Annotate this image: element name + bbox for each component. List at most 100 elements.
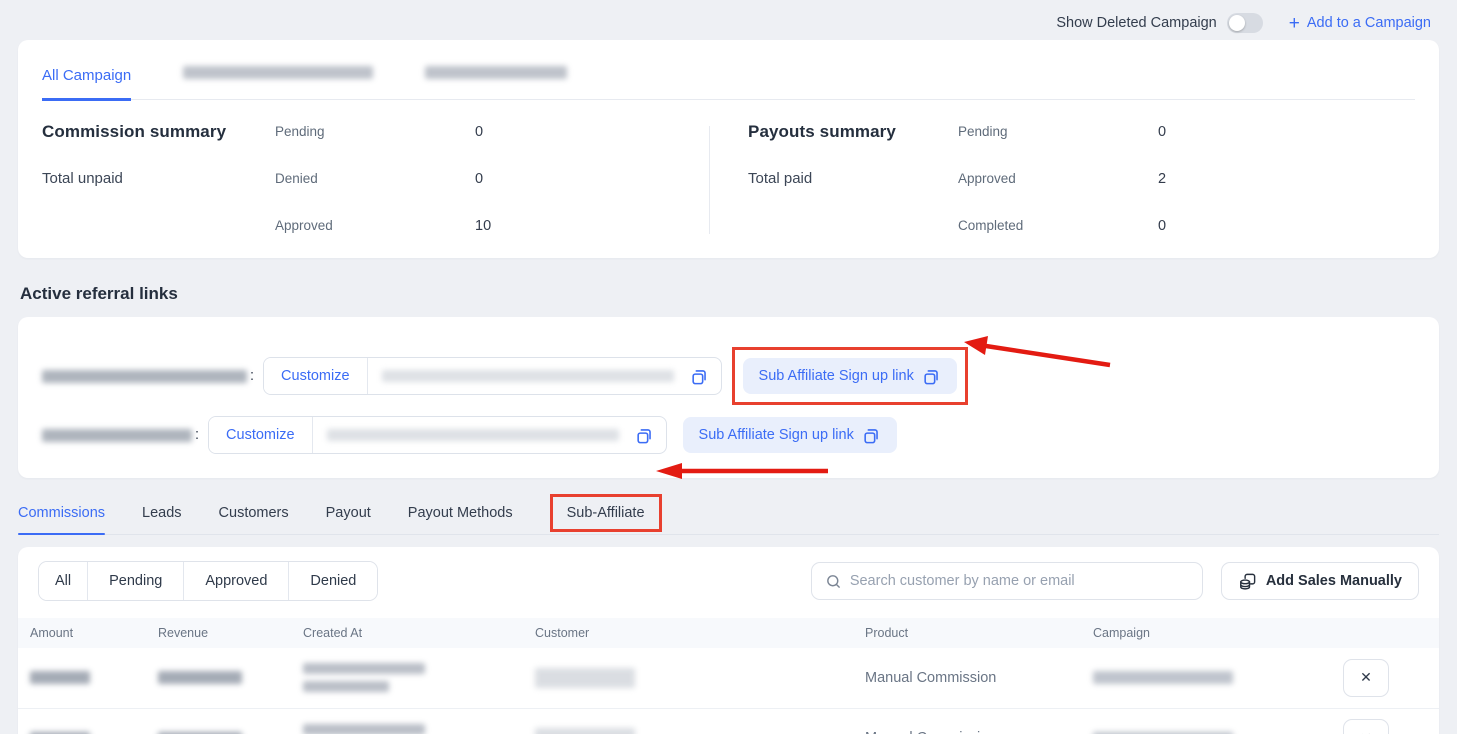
commission-summary: Commission summary Total unpaid Pending …: [42, 122, 709, 244]
stat-value: 0: [1158, 124, 1166, 140]
commission-summary-title: Commission summary: [42, 122, 275, 142]
campaign-tabs: All Campaign: [42, 40, 1415, 100]
tab-customers[interactable]: Customers: [219, 491, 289, 534]
filter-approved[interactable]: Approved: [184, 562, 289, 600]
stat-row: Pending 0: [958, 124, 1415, 140]
copy-icon: [922, 367, 941, 386]
tab-payout-methods[interactable]: Payout Methods: [408, 491, 513, 534]
referral-row-2: : Customize Sub Affiliate Sign up link: [42, 416, 1415, 454]
stat-label: Pending: [275, 124, 475, 139]
close-icon: ✕: [1360, 669, 1372, 685]
toggle-knob: [1229, 15, 1245, 31]
stat-row: Approved 2: [958, 171, 1415, 187]
stat-label: Approved: [275, 218, 475, 233]
total-unpaid-label: Total unpaid: [42, 170, 275, 187]
col-actions: [1331, 618, 1439, 648]
blurred-customer: [535, 728, 635, 734]
commissions-toolbar: All Pending Approved Denied Add Sales Ma…: [38, 561, 1419, 601]
copy-icon: [690, 367, 709, 386]
copy-link-button[interactable]: [688, 367, 721, 386]
blurred-campaign: [1093, 671, 1233, 684]
stat-label: Pending: [958, 124, 1158, 139]
col-product: Product: [853, 618, 1081, 648]
add-to-campaign-button[interactable]: + Add to a Campaign: [1289, 14, 1431, 33]
show-deleted-toggle[interactable]: [1227, 13, 1263, 33]
blurred-time: [303, 681, 389, 692]
tab-sub-affiliate[interactable]: Sub-Affiliate: [550, 494, 662, 532]
stat-value: 10: [475, 218, 491, 234]
filter-all[interactable]: All: [39, 562, 88, 600]
colon-separator: :: [195, 427, 199, 443]
annotation-red-box: Sub Affiliate Sign up link: [732, 347, 968, 405]
delete-commission-button[interactable]: ✕: [1343, 719, 1389, 734]
sub-affiliate-signup-link-label: Sub Affiliate Sign up link: [699, 427, 854, 443]
referral-row-1: : Customize Sub Affiliate Sign up link: [42, 347, 1415, 405]
delete-commission-button[interactable]: ✕: [1343, 659, 1389, 697]
customer-search: [811, 562, 1203, 600]
section-tabs: Commissions Leads Customers Payout Payou…: [18, 491, 1439, 535]
add-to-campaign-label: Add to a Campaign: [1307, 15, 1431, 31]
stat-value: 0: [475, 124, 483, 140]
close-icon: ✕: [1360, 730, 1372, 734]
search-input[interactable]: [850, 573, 1189, 589]
tab-all-campaign[interactable]: All Campaign: [42, 67, 131, 101]
sub-affiliate-signup-link-button[interactable]: Sub Affiliate Sign up link: [743, 358, 957, 394]
stat-value: 0: [475, 171, 483, 187]
sub-affiliate-signup-link-button[interactable]: Sub Affiliate Sign up link: [683, 417, 897, 453]
tab-payout[interactable]: Payout: [326, 491, 371, 534]
payouts-summary: Payouts summary Total paid Pending 0 App…: [710, 122, 1415, 244]
copy-link-button[interactable]: [633, 426, 666, 445]
filter-pending[interactable]: Pending: [88, 562, 184, 600]
referral-link-field[interactable]: [313, 429, 633, 441]
tab-leads[interactable]: Leads: [142, 491, 182, 534]
summary-row: Commission summary Total unpaid Pending …: [42, 100, 1415, 244]
stat-label: Approved: [958, 171, 1158, 186]
table-header-row: Amount Revenue Created At Customer Produ…: [18, 618, 1439, 648]
search-icon: [825, 573, 842, 590]
stat-label: Denied: [275, 171, 475, 186]
customize-button[interactable]: Customize: [209, 417, 313, 453]
stat-value: 2: [1158, 171, 1166, 187]
product-cell: Manual Commission: [853, 708, 1081, 734]
blurred-campaign-name: [42, 429, 192, 442]
filter-denied[interactable]: Denied: [289, 562, 377, 600]
col-amount: Amount: [18, 618, 146, 648]
commissions-card: All Pending Approved Denied Add Sales Ma…: [18, 547, 1439, 734]
top-bar: Show Deleted Campaign + Add to a Campaig…: [0, 0, 1457, 40]
add-sales-manually-button[interactable]: Add Sales Manually: [1221, 562, 1419, 600]
commissions-table: Amount Revenue Created At Customer Produ…: [18, 618, 1439, 734]
sub-affiliate-signup-link-label: Sub Affiliate Sign up link: [759, 368, 914, 384]
stat-row: Completed 0: [958, 218, 1415, 234]
total-paid-label: Total paid: [748, 170, 958, 187]
affiliate-dashboard-page: Show Deleted Campaign + Add to a Campaig…: [0, 0, 1457, 734]
payouts-summary-title: Payouts summary: [748, 122, 958, 142]
table-row: Manual Commission ✕: [18, 648, 1439, 708]
stat-value: 0: [1158, 218, 1166, 234]
referral-links-card: : Customize Sub Affiliate Sign up link :…: [18, 317, 1439, 478]
referral-section-title: Active referral links: [20, 284, 1457, 304]
referral-link-field[interactable]: [368, 370, 688, 382]
blurred-revenue: [158, 671, 242, 684]
colon-separator: :: [250, 368, 254, 384]
status-filter: All Pending Approved Denied: [38, 561, 378, 601]
tab-campaign-blurred-1[interactable]: [183, 66, 373, 79]
customize-button[interactable]: Customize: [264, 358, 368, 394]
blurred-date: [303, 724, 425, 734]
tab-commissions[interactable]: Commissions: [18, 491, 105, 534]
col-revenue: Revenue: [146, 618, 291, 648]
coins-icon: [1238, 572, 1257, 591]
blurred-referral-url: [327, 429, 619, 441]
blurred-customer: [535, 668, 635, 688]
blurred-campaign-name: [42, 370, 247, 383]
stat-row: Pending 0: [275, 124, 709, 140]
add-sales-label: Add Sales Manually: [1266, 573, 1402, 589]
col-created-at: Created At: [291, 618, 523, 648]
show-deleted-toggle-group: Show Deleted Campaign: [1056, 13, 1262, 33]
referral-link-group: Customize: [263, 357, 722, 395]
tab-campaign-blurred-2[interactable]: [425, 66, 567, 79]
referral-link-group: Customize: [208, 416, 667, 454]
stat-row: Denied 0: [275, 171, 709, 187]
product-cell: Manual Commission: [853, 648, 1081, 708]
blurred-amount: [30, 671, 90, 684]
show-deleted-label: Show Deleted Campaign: [1056, 15, 1216, 31]
